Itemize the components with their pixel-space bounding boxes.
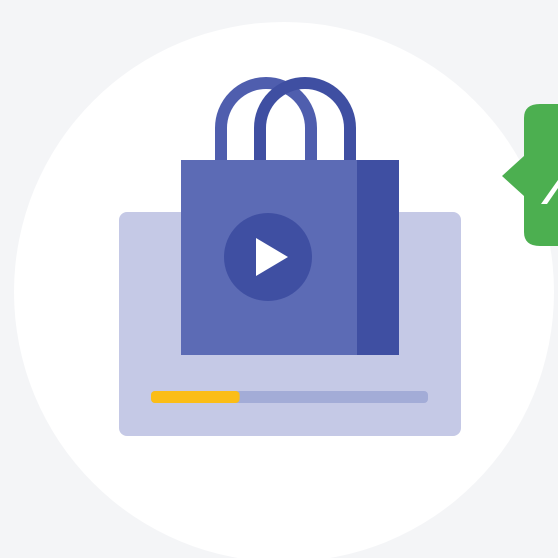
video-progress-bar: [151, 391, 428, 403]
play-button: [224, 213, 312, 301]
illustration-scene: [0, 0, 558, 558]
illustration-svg: [14, 22, 558, 558]
bag-side-panel: [357, 160, 399, 355]
progress-fill: [151, 391, 240, 403]
